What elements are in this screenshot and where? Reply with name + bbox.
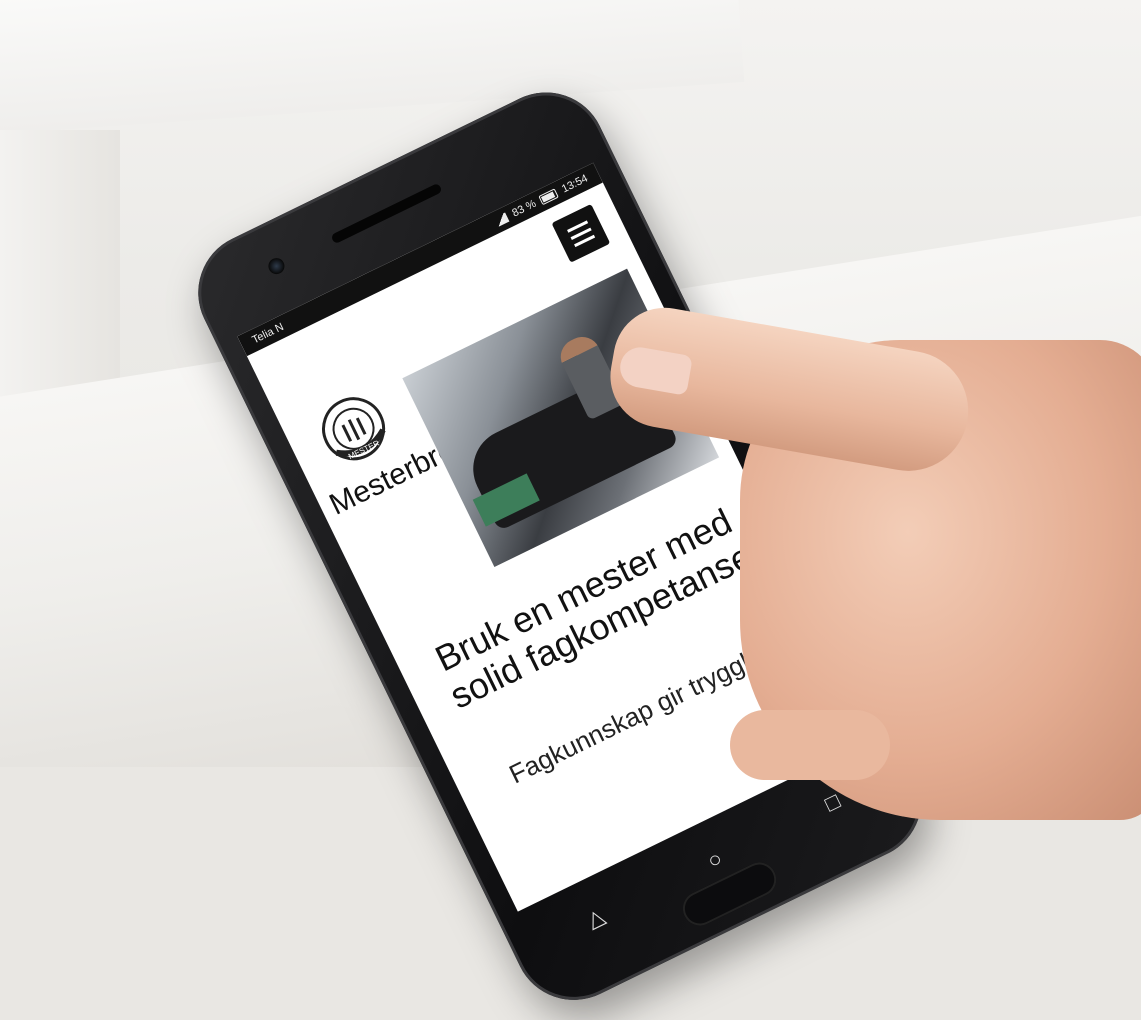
back-triangle-icon[interactable]: △: [582, 903, 609, 934]
lower-finger: [730, 710, 890, 780]
battery-percent: 83 %: [510, 197, 539, 220]
front-camera-icon: [265, 255, 288, 277]
home-circle-icon[interactable]: ○: [703, 845, 726, 874]
earpiece: [330, 182, 443, 245]
battery-icon: [538, 188, 560, 206]
carrier-label: Telia N: [250, 320, 286, 347]
hamburger-menu-button[interactable]: [551, 203, 611, 263]
clock: 13:54: [559, 172, 590, 196]
hand: [602, 260, 1141, 820]
signal-icon: [492, 212, 510, 228]
